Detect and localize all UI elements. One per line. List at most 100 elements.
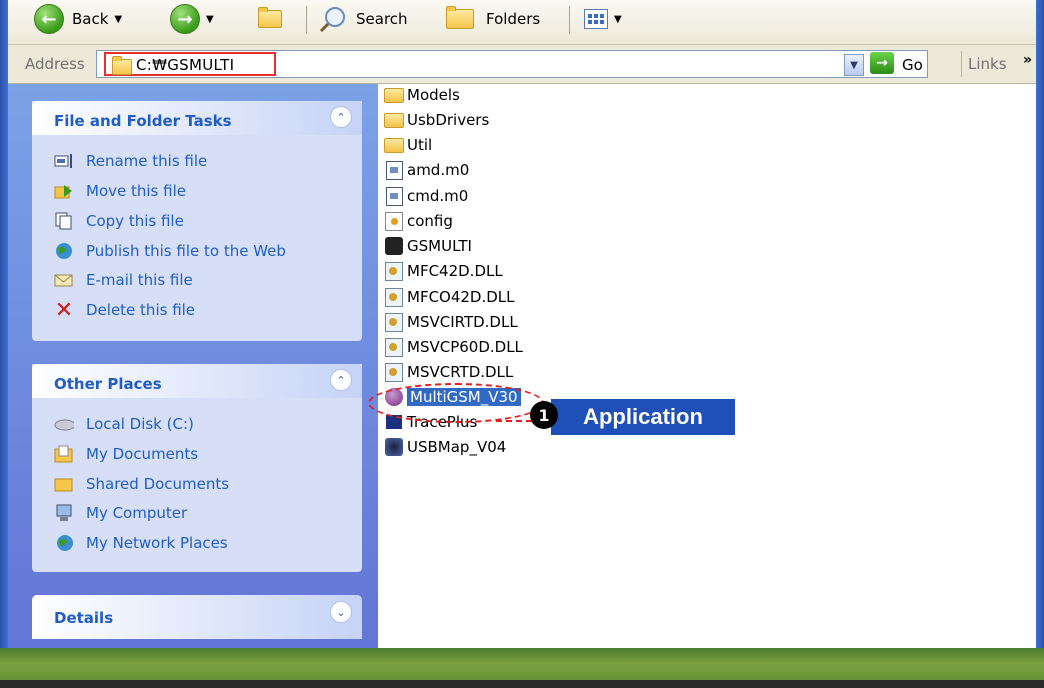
chevron-down-icon: ▼ — [206, 13, 214, 25]
globe-icon — [54, 242, 74, 260]
window-border-right — [1036, 0, 1044, 648]
details-panel: Details ⌄ — [32, 595, 362, 639]
file-name: MFC42D.DLL — [407, 262, 503, 280]
folder-icon — [54, 475, 74, 493]
address-separator — [961, 51, 962, 77]
file-item[interactable]: cmd.m0 — [384, 185, 468, 207]
file-item[interactable]: MSVCP60D.DLL — [384, 336, 523, 358]
place-local-disk[interactable]: Local Disk (C:) — [54, 412, 194, 436]
task-rename[interactable]: Rename this file — [54, 149, 207, 173]
file-item[interactable]: USBMap_V04 — [384, 436, 506, 458]
folder-icon — [112, 56, 132, 75]
links-button[interactable]: Links — [968, 55, 1007, 73]
place-label: My Documents — [86, 445, 199, 463]
file-name: MFCO42D.DLL — [407, 288, 515, 306]
file-item[interactable]: MFC42D.DLL — [384, 260, 503, 282]
document-icon — [384, 186, 404, 206]
delete-icon: ✕ — [54, 297, 74, 323]
back-button[interactable]: ← Back ▼ — [34, 4, 122, 34]
file-item[interactable]: amd.m0 — [384, 159, 469, 181]
file-item[interactable]: Util — [384, 134, 432, 156]
other-places-header[interactable]: Other Places ⌃ — [32, 364, 362, 398]
task-publish[interactable]: Publish this file to the Web — [54, 239, 286, 263]
network-icon — [54, 534, 74, 552]
usbmap-icon — [384, 438, 404, 456]
callout-label: Application — [583, 404, 703, 429]
folder-icon — [384, 136, 404, 154]
place-my-network[interactable]: My Network Places — [54, 531, 228, 555]
go-arrow-icon[interactable]: → — [870, 52, 894, 74]
chevron-right-icon[interactable]: » — [1023, 52, 1032, 68]
search-icon — [319, 7, 345, 33]
task-label: E-mail this file — [86, 271, 193, 289]
rename-icon — [54, 152, 74, 170]
document-icon — [384, 160, 404, 180]
task-label: Move this file — [86, 182, 186, 200]
back-arrow-icon: ← — [34, 4, 64, 34]
file-item[interactable]: GSMULTI — [384, 235, 472, 257]
file-name: Models — [407, 86, 460, 104]
file-name: cmd.m0 — [407, 187, 469, 205]
callout-number-badge: 1 — [530, 401, 558, 429]
place-my-computer[interactable]: My Computer — [54, 501, 187, 525]
details-header[interactable]: Details ⌄ — [32, 595, 362, 639]
file-item[interactable]: MSVCIRTD.DLL — [384, 311, 518, 333]
up-folder-button[interactable] — [258, 4, 282, 34]
file-name: MSVCP60D.DLL — [407, 338, 523, 356]
file-name: config — [407, 212, 453, 230]
go-button[interactable]: Go — [902, 56, 923, 74]
toolbar-separator — [569, 6, 570, 34]
file-item[interactable]: UsbDrivers — [384, 109, 489, 131]
dll-icon — [384, 362, 404, 382]
task-label: Delete this file — [86, 301, 196, 319]
email-icon — [54, 271, 74, 289]
folder-icon — [384, 86, 404, 104]
forward-button[interactable]: → ▼ — [170, 4, 214, 34]
address-value: C:₩GSMULTI — [136, 56, 235, 74]
window-border-left — [0, 0, 8, 648]
file-item[interactable]: config — [384, 210, 453, 232]
file-item[interactable]: MSVCRTD.DLL — [384, 361, 513, 383]
disk-icon — [54, 415, 74, 433]
views-button[interactable]: ▼ — [584, 4, 622, 34]
expand-down-icon[interactable]: ⌄ — [330, 601, 352, 623]
back-label: Back — [72, 10, 109, 28]
place-my-documents[interactable]: My Documents — [54, 442, 198, 466]
address-bar: Address C:₩GSMULTI ▼ → Go Links » — [8, 45, 1036, 84]
task-copy[interactable]: Copy this file — [54, 209, 184, 233]
views-icon — [584, 9, 608, 29]
task-delete[interactable]: ✕ Delete this file — [54, 297, 196, 323]
folders-button[interactable]: Folders — [446, 4, 540, 34]
move-icon — [54, 182, 74, 200]
place-shared-documents[interactable]: Shared Documents — [54, 472, 229, 496]
folders-icon — [446, 6, 474, 29]
details-title: Details — [54, 609, 114, 627]
file-item[interactable]: MFCO42D.DLL — [384, 286, 515, 308]
folders-label: Folders — [486, 10, 541, 28]
address-label: Address — [25, 55, 85, 73]
taskbar-edge — [0, 680, 1044, 688]
other-places-panel: Other Places ⌃ Local Disk (C:) My Docume… — [32, 364, 362, 572]
collapse-up-icon[interactable]: ⌃ — [330, 369, 352, 391]
task-move[interactable]: Move this file — [54, 179, 186, 203]
search-button[interactable]: Search — [318, 4, 408, 34]
file-name: MSVCIRTD.DLL — [407, 313, 518, 331]
file-item[interactable]: Models — [384, 84, 460, 106]
computer-icon — [54, 504, 74, 522]
config-icon — [384, 211, 404, 231]
task-label: Copy this file — [86, 212, 184, 230]
search-label: Search — [356, 10, 408, 28]
callout-connector — [496, 420, 532, 422]
file-name: UsbDrivers — [407, 111, 490, 129]
address-dropdown-button[interactable]: ▼ — [844, 54, 864, 76]
file-folder-tasks-title: File and Folder Tasks — [54, 112, 232, 130]
up-folder-icon — [258, 7, 282, 28]
explorer-window: ← Back ▼ → ▼ Search Folders ▼ Address C:… — [0, 0, 1044, 688]
file-folder-tasks-header[interactable]: File and Folder Tasks ⌃ — [32, 101, 362, 135]
task-email[interactable]: E-mail this file — [54, 268, 193, 292]
dll-icon — [384, 287, 404, 307]
chevron-down-icon: ▼ — [850, 59, 858, 71]
toolbar: ← Back ▼ → ▼ Search Folders ▼ — [8, 0, 1036, 45]
dll-icon — [384, 261, 404, 281]
collapse-up-icon[interactable]: ⌃ — [330, 106, 352, 128]
